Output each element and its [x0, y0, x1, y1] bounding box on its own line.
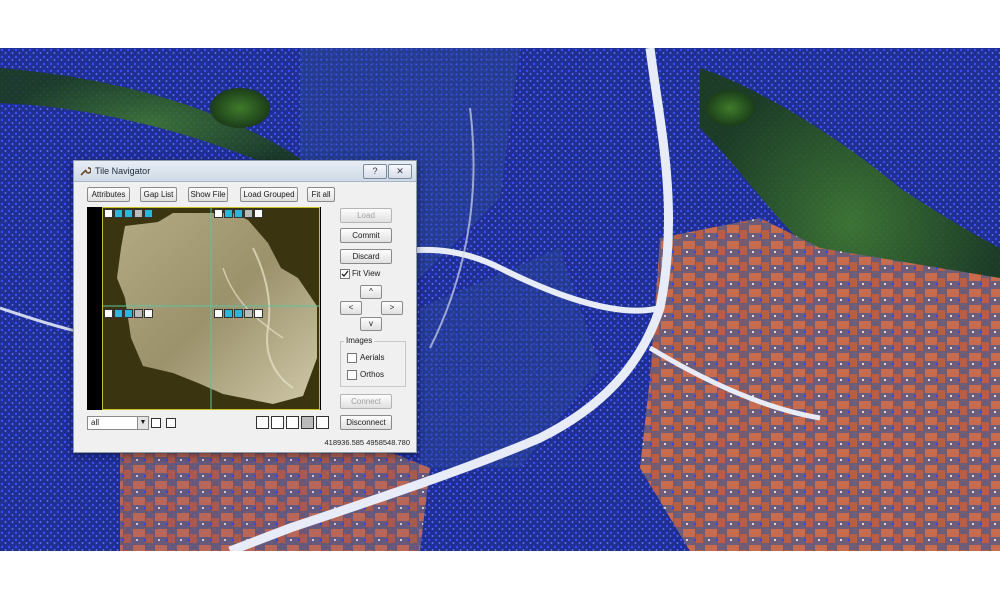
filter-select[interactable]: all ▼: [87, 416, 149, 430]
fit-all-button[interactable]: Fit all: [307, 187, 335, 202]
grid-icon[interactable]: [301, 416, 314, 429]
tile-toolbar-sw: [104, 309, 153, 319]
blank-icon[interactable]: [316, 416, 329, 429]
grid-icon[interactable]: [244, 209, 253, 218]
globe-icon[interactable]: [234, 309, 243, 318]
fit-view-label: Fit View: [352, 269, 381, 278]
filter-icon[interactable]: [214, 209, 223, 218]
filter-icon[interactable]: [104, 209, 113, 218]
bottom-tool-strip: [256, 416, 329, 429]
tile-extent-frame: [102, 207, 320, 410]
tile-view[interactable]: [87, 207, 321, 410]
select-all-icon[interactable]: [151, 418, 161, 428]
discard-button[interactable]: Discard: [340, 249, 392, 264]
pointer-icon[interactable]: [286, 416, 299, 429]
wrench-icon: [80, 167, 91, 176]
grid-icon[interactable]: [244, 309, 253, 318]
aerials-checkbox[interactable]: [347, 353, 357, 363]
color-swatch-icon[interactable]: [144, 309, 153, 318]
grid-icon[interactable]: [134, 309, 143, 318]
help-button[interactable]: ?: [363, 164, 387, 179]
globe-icon[interactable]: [234, 209, 243, 218]
close-button[interactable]: ✕: [388, 164, 412, 179]
layers-icon[interactable]: [271, 416, 284, 429]
show-file-button[interactable]: Show File: [188, 187, 228, 202]
color-swatch-icon[interactable]: [144, 209, 153, 218]
gap-list-button[interactable]: Gap List: [140, 187, 177, 202]
grid-icon[interactable]: [134, 209, 143, 218]
pan-left-button[interactable]: <: [340, 301, 362, 315]
attributes-button[interactable]: Attributes: [87, 187, 130, 202]
tile-toolbar-ne: [214, 209, 263, 219]
title-bar[interactable]: Tile Navigator ? ✕: [74, 161, 416, 182]
tile-toolbar-se: [214, 309, 263, 319]
layers-icon[interactable]: [114, 209, 123, 218]
connect-button[interactable]: Connect: [340, 394, 392, 409]
map-canvas[interactable]: Tile Navigator ? ✕ Attributes Gap List S…: [0, 48, 1000, 551]
filter-icon[interactable]: [256, 416, 269, 429]
chevron-down-icon[interactable]: ▼: [137, 417, 148, 429]
orthos-label: Orthos: [360, 370, 385, 379]
layers-icon[interactable]: [114, 309, 123, 318]
fit-view-checkbox[interactable]: [340, 269, 350, 279]
disconnect-button[interactable]: Disconnect: [340, 415, 392, 430]
orthos-checkbox[interactable]: [347, 370, 357, 380]
commit-button[interactable]: Commit: [340, 228, 392, 243]
layers-icon[interactable]: [224, 209, 233, 218]
color-swatch-icon[interactable]: [254, 209, 263, 218]
globe-icon[interactable]: [124, 309, 133, 318]
layers-icon[interactable]: [224, 309, 233, 318]
select-none-icon[interactable]: [166, 418, 176, 428]
load-button[interactable]: Load: [340, 208, 392, 223]
tile-navigator-dialog: Tile Navigator ? ✕ Attributes Gap List S…: [73, 160, 417, 453]
pan-right-button[interactable]: >: [381, 301, 403, 315]
filter-icon[interactable]: [104, 309, 113, 318]
tile-toolbar-nw: [104, 209, 153, 219]
filter-icon[interactable]: [214, 309, 223, 318]
checkmark-icon: [341, 270, 349, 277]
color-swatch-icon[interactable]: [254, 309, 263, 318]
coordinate-readout: 418936.585 4958548.780: [324, 438, 410, 447]
globe-icon[interactable]: [124, 209, 133, 218]
filter-select-value: all: [91, 418, 100, 427]
images-group: [340, 341, 406, 387]
window-title: Tile Navigator: [95, 166, 151, 176]
load-grouped-button[interactable]: Load Grouped: [240, 187, 298, 202]
pan-down-button[interactable]: v: [360, 317, 382, 331]
pan-up-button[interactable]: ^: [360, 285, 382, 299]
aerials-label: Aerials: [360, 353, 385, 362]
images-group-label: Images: [344, 336, 375, 345]
